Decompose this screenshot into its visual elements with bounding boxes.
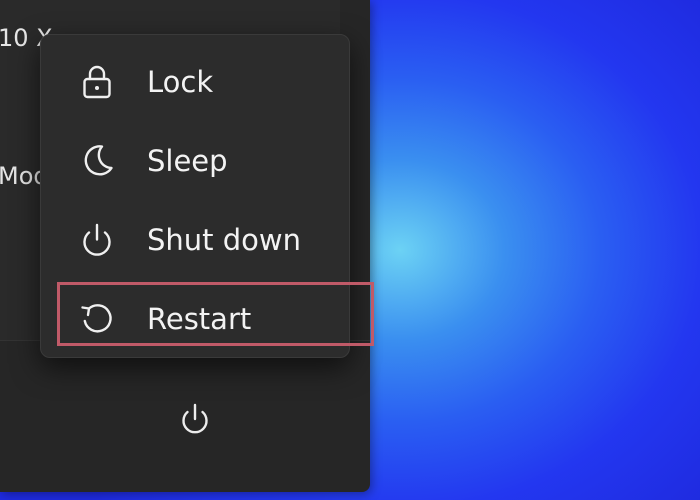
menu-item-sleep[interactable]: Sleep bbox=[53, 127, 337, 195]
menu-item-label: Sleep bbox=[147, 143, 228, 178]
moon-icon bbox=[77, 141, 117, 181]
menu-item-label: Shut down bbox=[147, 222, 302, 257]
power-icon bbox=[77, 220, 117, 260]
menu-item-shut-down[interactable]: Shut down bbox=[53, 206, 337, 274]
power-button[interactable] bbox=[176, 400, 214, 438]
lock-icon bbox=[77, 62, 117, 102]
menu-item-label: Lock bbox=[147, 64, 214, 99]
menu-item-lock[interactable]: Lock bbox=[53, 48, 337, 116]
power-icon bbox=[182, 403, 208, 434]
restart-highlight-annotation bbox=[57, 282, 374, 346]
